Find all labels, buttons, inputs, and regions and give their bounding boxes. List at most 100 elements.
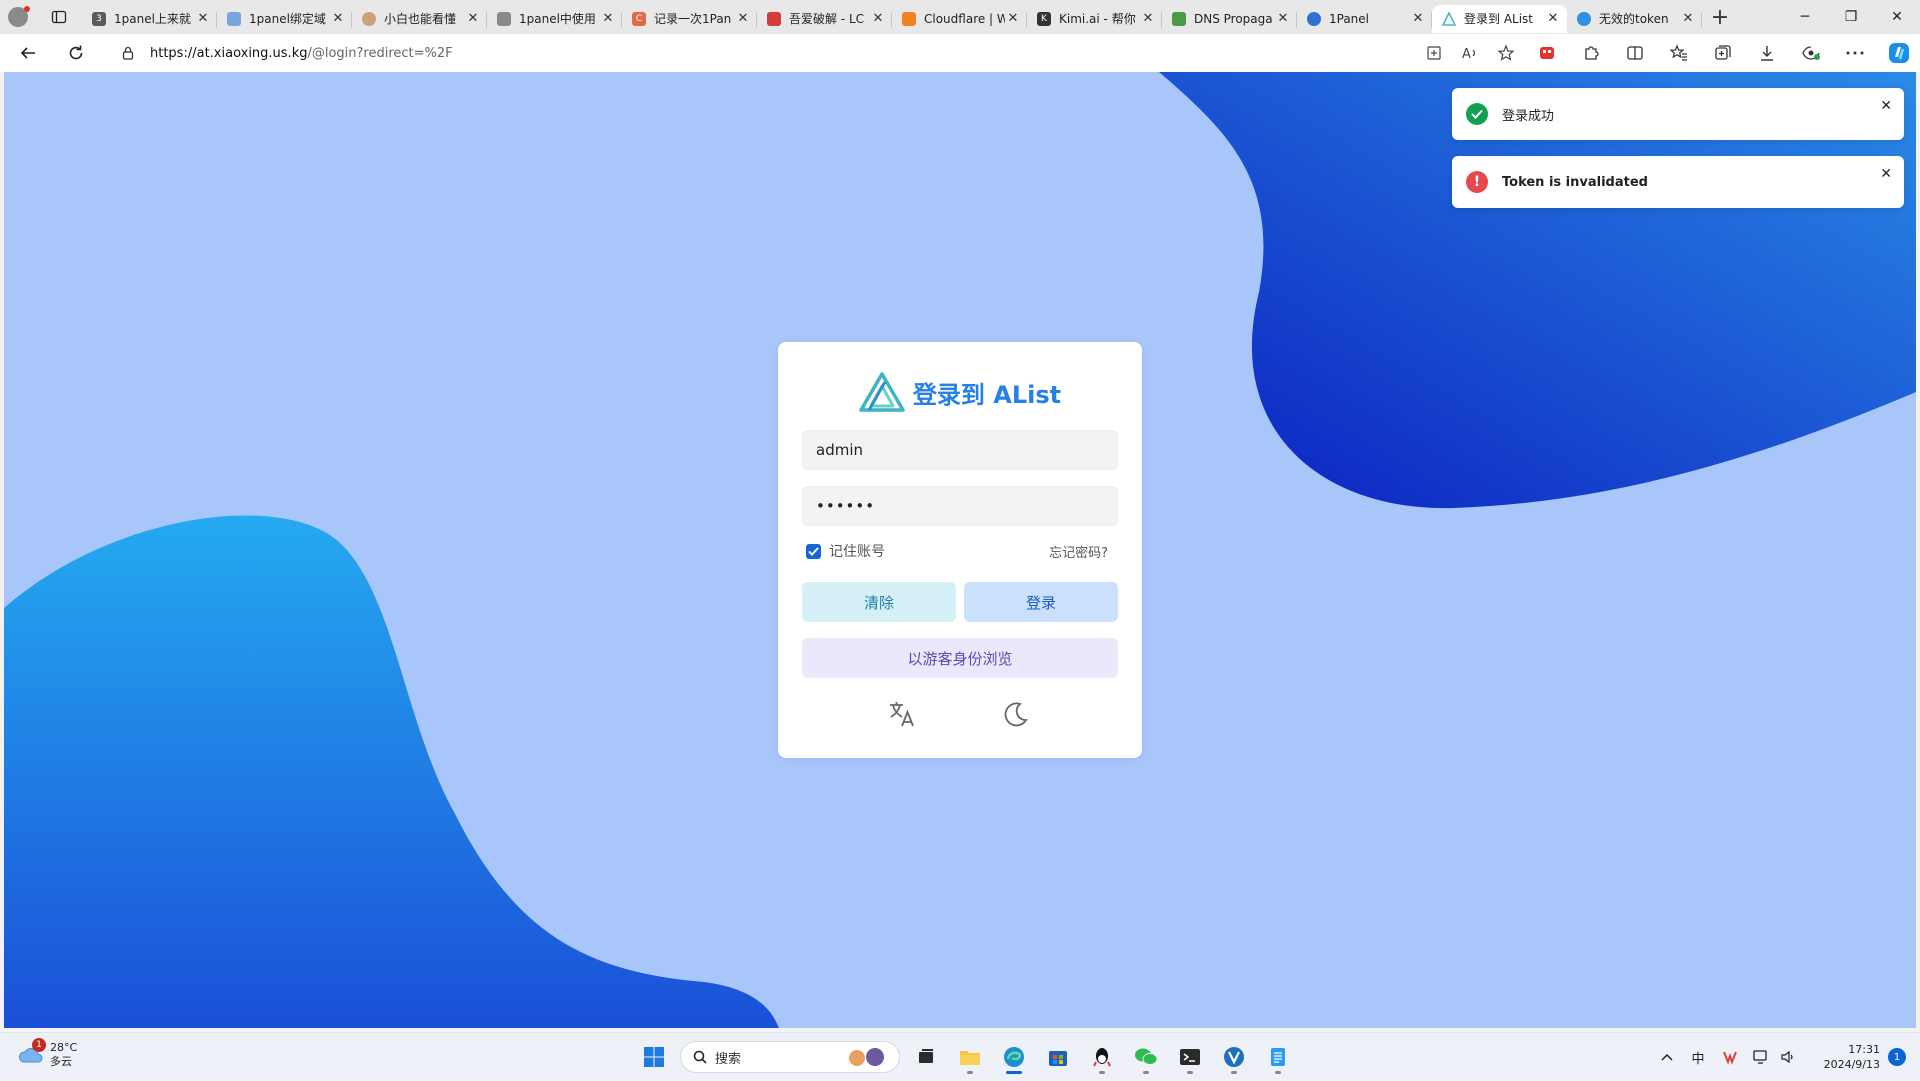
favorite-star-icon[interactable] [1488,44,1524,62]
back-button[interactable] [10,37,46,69]
tab-close-icon[interactable]: ✕ [600,11,616,26]
tab-favicon-icon [1442,11,1456,26]
tab-close-icon[interactable]: ✕ [1410,11,1426,26]
taskbar-apps: 搜索 [632,1039,1300,1075]
start-button[interactable] [632,1039,676,1075]
task-view-button[interactable] [904,1039,948,1075]
windows-taskbar: 1 28°C 多云 搜索 中 17:31 2024/9/13 1 [0,1032,1920,1080]
username-input[interactable]: admin [802,430,1118,470]
downloads-icon[interactable] [1745,37,1789,69]
restore-button[interactable]: ❐ [1828,0,1874,34]
new-tab-button[interactable]: + [1702,0,1738,34]
wps-tray-icon[interactable] [1714,1033,1746,1081]
clear-button[interactable]: 清除 [802,582,956,622]
tab-kimi[interactable]: K Kimi.ai - 帮你 ✕ [1027,5,1162,33]
remember-label[interactable]: 记住账号 [829,541,885,561]
lock-icon[interactable] [118,46,138,60]
tab-close-icon[interactable]: ✕ [735,11,751,26]
search-placeholder: 搜索 [715,1051,742,1067]
tab-1panel-domain[interactable]: 1panel绑定域 ✕ [217,5,352,33]
tab-close-icon[interactable]: ✕ [870,11,886,26]
back-arrow-icon [20,47,35,59]
tab-actions-button[interactable] [36,0,82,34]
login-button[interactable]: 登录 [964,582,1118,622]
toast-close-icon[interactable]: ✕ [1880,166,1892,182]
weather-text: 28°C 多云 [50,1041,77,1069]
browser-tab-bar: 3 1panel上来就 ✕ 1panel绑定域 ✕ 小白也能看懂 ✕ 1panel中使用… [0,0,1920,34]
remember-checkbox[interactable] [806,543,821,559]
browser-extensions-bar [1525,37,1920,69]
tab-dns-propagation[interactable]: DNS Propaga ✕ [1162,5,1297,33]
tab-52pojie[interactable]: 吾爱破解 - LC ✕ [757,5,892,33]
close-window-button[interactable]: ✕ [1874,0,1920,34]
tab-1panel[interactable]: 1Panel ✕ [1297,5,1432,33]
qq-app[interactable] [1080,1039,1124,1075]
app-available-icon[interactable] [1416,45,1452,61]
tab-close-icon[interactable]: ✕ [330,11,346,26]
settings-more-icon[interactable] [1833,37,1877,69]
input-method-indicator[interactable]: 中 [1682,1033,1714,1081]
tab-close-icon[interactable]: ✕ [1545,11,1561,26]
wechat-app[interactable] [1124,1039,1168,1075]
network-icon[interactable] [1746,1033,1776,1081]
tab-close-icon[interactable]: ✕ [1140,11,1156,26]
minimize-button[interactable]: ─ [1782,0,1828,34]
tab-close-icon[interactable]: ✕ [1275,11,1291,26]
tab-close-icon[interactable]: ✕ [1680,11,1696,26]
guest-browse-button[interactable]: 以游客身份浏览 [802,638,1118,678]
taskbar-search[interactable]: 搜索 [680,1041,900,1073]
tab-record-1panel[interactable]: C 记录一次1Pan ✕ [622,5,757,33]
tab-alist-login[interactable]: 登录到 AList ✕ [1432,4,1567,33]
tab-close-icon[interactable]: ✕ [465,11,481,26]
tab-close-icon[interactable]: ✕ [1005,11,1021,26]
favorites-icon[interactable] [1657,37,1701,69]
extension-red-icon[interactable] [1525,37,1569,69]
tab-1panel-usage[interactable]: 1panel中使用 ✕ [487,5,622,33]
vscode-app[interactable] [1212,1039,1256,1075]
tab-title: 记录一次1Pan [654,12,732,26]
tab-close-icon[interactable]: ✕ [195,11,211,26]
address-bar-actions: A [1416,37,1524,69]
refresh-button[interactable] [58,37,94,69]
notification-badge[interactable]: 1 [1888,1048,1906,1066]
weather-widget[interactable]: 1 28°C 多云 [18,1038,77,1069]
tab-1panel-intro[interactable]: 3 1panel上来就 ✕ [82,5,217,33]
show-hidden-icons-chevron-icon[interactable] [1652,1033,1682,1081]
edge-browser-app[interactable] [992,1039,1036,1075]
dark-mode-moon-icon[interactable] [1000,698,1032,730]
toast-close-icon[interactable]: ✕ [1880,98,1892,114]
notepad-app[interactable] [1256,1039,1300,1075]
extensions-puzzle-icon[interactable] [1569,37,1613,69]
file-explorer-app[interactable] [948,1039,992,1075]
browser-toolbar: https://at.xiaoxing.us.kg/@login?redirec… [0,34,1920,72]
tab-beginner[interactable]: 小白也能看懂 ✕ [352,5,487,33]
tab-title: 1panel绑定域 [249,12,326,26]
password-input[interactable]: •••••• [802,486,1118,526]
microsoft-store-app[interactable] [1036,1039,1080,1075]
language-translate-icon[interactable] [886,698,918,730]
error-exclamation-icon: ! [1466,171,1488,193]
system-clock[interactable]: 17:31 2024/9/13 [1800,1042,1880,1072]
tab-title: Cloudflare | W [924,11,1005,26]
profile-button[interactable] [0,0,36,34]
tab-title: DNS Propaga [1194,11,1273,26]
tab-title: 小白也能看懂 [384,12,457,26]
read-aloud-icon[interactable]: A [1452,45,1488,61]
tab-cloudflare[interactable]: Cloudflare | W ✕ [892,5,1027,33]
url-text[interactable]: https://at.xiaoxing.us.kg/@login?redirec… [150,46,453,61]
collections-icon[interactable] [1701,37,1745,69]
copilot-icon[interactable] [1877,37,1920,69]
volume-icon[interactable] [1776,1033,1800,1081]
terminal-app[interactable] [1168,1039,1212,1075]
alist-logo-icon [859,372,905,412]
success-check-icon [1466,103,1488,125]
forgot-password-link[interactable]: 忘记密码? [1049,542,1108,561]
window-controls: ─ ❐ ✕ [1782,0,1920,34]
address-bar[interactable]: https://at.xiaoxing.us.kg/@login?redirec… [104,37,1524,69]
tab-invalid-token[interactable]: 无效的token ✕ [1567,5,1702,33]
split-screen-icon[interactable] [1613,37,1657,69]
tab-favicon-icon [362,11,376,26]
browser-essentials-icon[interactable] [1789,37,1833,69]
app-running-indicator [1275,1071,1281,1074]
page-viewport: 登录到 AList admin •••••• 记住账号 忘记密码? 清除 登录 … [4,72,1916,1028]
